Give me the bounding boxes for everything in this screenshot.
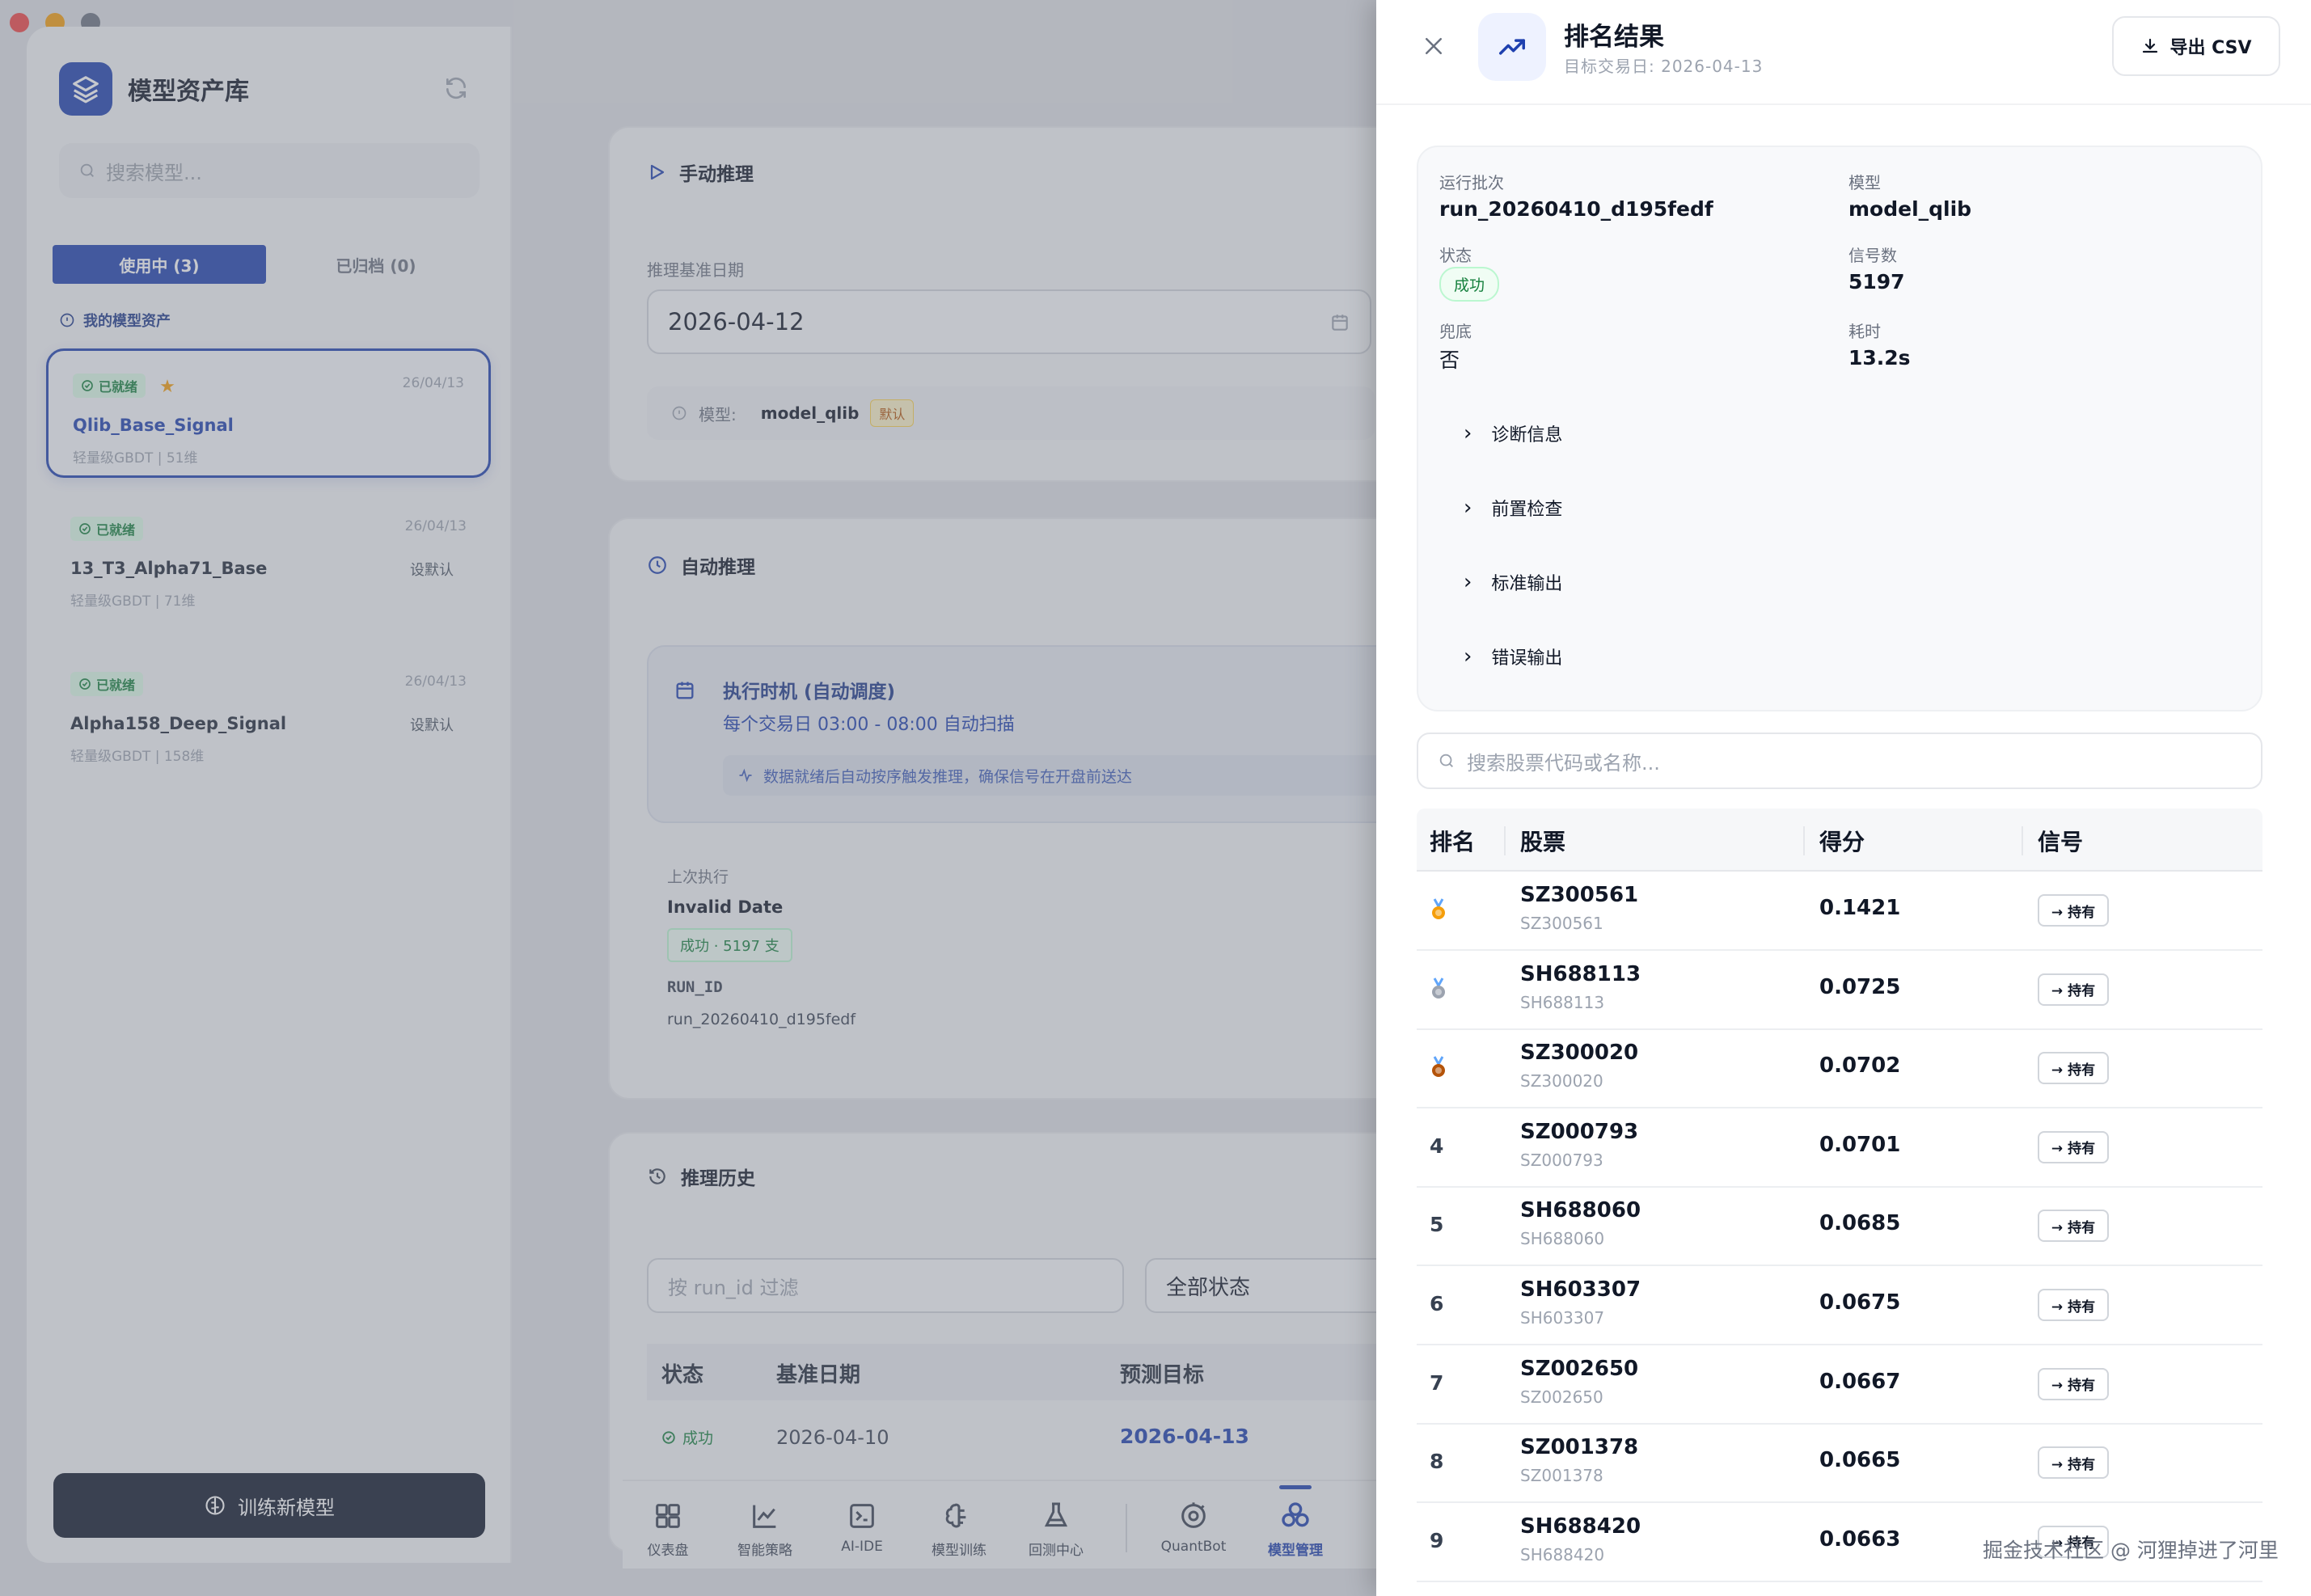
table-row[interactable]: 7 SZ002650 SZ002650 0.0667 → 持有 xyxy=(1417,1345,2262,1425)
section-stderr[interactable]: › 错误输出 xyxy=(1464,644,1562,669)
table-row[interactable]: 4 SZ000793 SZ000793 0.0701 → 持有 xyxy=(1417,1108,2262,1188)
header-rank: 排名 xyxy=(1430,829,1476,855)
ranking-result-drawer: 排名结果 目标交易日: 2026-04-13 导出 CSV 运行批次 run_2… xyxy=(1376,0,2311,1596)
drawer-header-divider xyxy=(1376,103,2311,105)
signal-badge[interactable]: → 持有 xyxy=(2038,973,2109,1006)
medal-gold-icon xyxy=(1432,898,1445,919)
stock-search-input[interactable]: 搜索股票代码或名称... xyxy=(1417,733,2262,789)
chevron-right-icon: › xyxy=(1464,496,1472,520)
rank-number: 7 xyxy=(1430,1370,1444,1395)
stock-score: 0.0702 xyxy=(1819,1053,1901,1079)
table-row[interactable]: SZ300020 SZ300020 0.0702 → 持有 xyxy=(1417,1029,2262,1109)
download-icon xyxy=(2143,38,2158,53)
section-stdout[interactable]: › 标准输出 xyxy=(1464,569,1562,595)
watermark: 掘金技术社区 @ 河狸掉进了河里 xyxy=(1983,1539,2279,1562)
chevron-right-icon: › xyxy=(1464,644,1472,669)
elapsed-label: 耗时 xyxy=(1848,322,1881,341)
stock-score: 0.1421 xyxy=(1819,896,1901,920)
drawer-title: 排名结果 xyxy=(1564,23,1664,52)
model-label: 模型 xyxy=(1848,173,1881,192)
signal-badge[interactable]: → 持有 xyxy=(2038,1130,2109,1163)
stock-subcode: SH688060 xyxy=(1520,1229,1605,1249)
stock-score: 0.0685 xyxy=(1819,1211,1901,1236)
rank-number: 8 xyxy=(1430,1450,1444,1474)
trending-up-icon xyxy=(1499,39,1525,55)
signal-badge[interactable]: → 持有 xyxy=(2038,1289,2109,1321)
header-score: 得分 xyxy=(1819,829,1865,855)
stock-search-placeholder: 搜索股票代码或名称... xyxy=(1467,751,1660,775)
stock-code: SZ300561 xyxy=(1520,883,1639,907)
fallback-value: 否 xyxy=(1439,348,1460,372)
stock-subcode: SH603307 xyxy=(1520,1308,1605,1328)
rank-number: 5 xyxy=(1430,1213,1444,1237)
stock-code: SH688060 xyxy=(1520,1198,1641,1223)
table-row[interactable]: SH688113 SH688113 0.0725 → 持有 xyxy=(1417,951,2262,1030)
rank-number: 9 xyxy=(1430,1528,1444,1552)
signals-value: 5197 xyxy=(1848,270,1905,293)
fallback-label: 兜底 xyxy=(1439,322,1472,341)
stock-score: 0.0667 xyxy=(1819,1369,1901,1394)
ranking-table-header: 排名 股票 得分 信号 xyxy=(1417,809,2262,872)
section-diagnostics[interactable]: › 诊断信息 xyxy=(1464,420,1562,446)
model-value: model_qlib xyxy=(1848,197,1972,221)
stock-score: 0.0701 xyxy=(1819,1132,1901,1157)
stock-subcode: SZ300561 xyxy=(1520,914,1603,933)
header-signal: 信号 xyxy=(2038,829,2084,855)
status-label: 状态 xyxy=(1439,246,1472,265)
signal-badge[interactable]: → 持有 xyxy=(2038,894,2109,927)
column-separator xyxy=(1803,826,1805,855)
stock-code: SH603307 xyxy=(1520,1277,1641,1302)
stock-subcode: SZ000793 xyxy=(1520,1150,1603,1170)
drawer-subtitle: 目标交易日: 2026-04-13 xyxy=(1564,57,1764,76)
stock-code: SH688420 xyxy=(1520,1514,1641,1539)
signal-badge[interactable]: → 持有 xyxy=(2038,1210,2109,1243)
section-precheck[interactable]: › 前置检查 xyxy=(1464,495,1562,521)
export-csv-button[interactable]: 导出 CSV xyxy=(2112,16,2280,76)
stock-subcode: SZ002650 xyxy=(1520,1387,1603,1407)
stock-score: 0.0725 xyxy=(1819,974,1901,999)
stock-subcode: SZ001378 xyxy=(1520,1466,1603,1486)
close-icon[interactable] xyxy=(1422,34,1446,58)
table-row[interactable]: 5 SH688060 SH688060 0.0685 → 持有 xyxy=(1417,1187,2262,1267)
chevron-right-icon: › xyxy=(1464,570,1472,594)
stock-score: 0.0675 xyxy=(1819,1290,1901,1315)
elapsed-value: 13.2s xyxy=(1848,346,1911,369)
status-badge: 成功 xyxy=(1439,267,1500,302)
chevron-right-icon: › xyxy=(1464,421,1472,445)
medal-bronze-icon xyxy=(1432,1056,1445,1078)
signal-badge[interactable]: → 持有 xyxy=(2038,1367,2109,1400)
stock-subcode: SH688420 xyxy=(1520,1544,1605,1564)
column-separator xyxy=(2022,826,2023,855)
signals-label: 信号数 xyxy=(1848,246,1897,265)
header-stock: 股票 xyxy=(1520,829,1566,855)
stock-subcode: SH688113 xyxy=(1520,992,1605,1012)
run-batch-value: run_20260410_d195fedf xyxy=(1439,197,1713,221)
trend-icon-tile xyxy=(1478,13,1546,81)
table-row[interactable]: SZ300561 SZ300561 0.1421 → 持有 xyxy=(1417,872,2262,951)
table-row[interactable]: 6 SH603307 SH603307 0.0675 → 持有 xyxy=(1417,1266,2262,1345)
search-icon xyxy=(1439,754,1453,767)
stock-score: 0.0663 xyxy=(1819,1526,1901,1552)
run-batch-label: 运行批次 xyxy=(1439,173,1504,192)
stock-score: 0.0665 xyxy=(1819,1448,1901,1473)
column-separator xyxy=(1504,826,1506,855)
signal-badge[interactable]: → 持有 xyxy=(2038,1446,2109,1480)
stock-code: SZ000793 xyxy=(1520,1119,1639,1144)
stock-code: SH688113 xyxy=(1520,961,1641,986)
medal-silver-icon xyxy=(1432,977,1445,999)
stock-code: SZ002650 xyxy=(1520,1356,1639,1381)
stock-code: SZ001378 xyxy=(1520,1435,1639,1460)
stock-code: SZ300020 xyxy=(1520,1041,1639,1066)
run-info-box: 运行批次 run_20260410_d195fedf 模型 model_qlib… xyxy=(1417,146,2262,711)
signal-badge[interactable]: → 持有 xyxy=(2038,1052,2109,1085)
table-row[interactable]: 8 SZ001378 SZ001378 0.0665 → 持有 xyxy=(1417,1424,2262,1504)
stock-subcode: SZ300020 xyxy=(1520,1071,1603,1091)
rank-number: 4 xyxy=(1430,1134,1444,1158)
rank-number: 6 xyxy=(1430,1292,1444,1315)
